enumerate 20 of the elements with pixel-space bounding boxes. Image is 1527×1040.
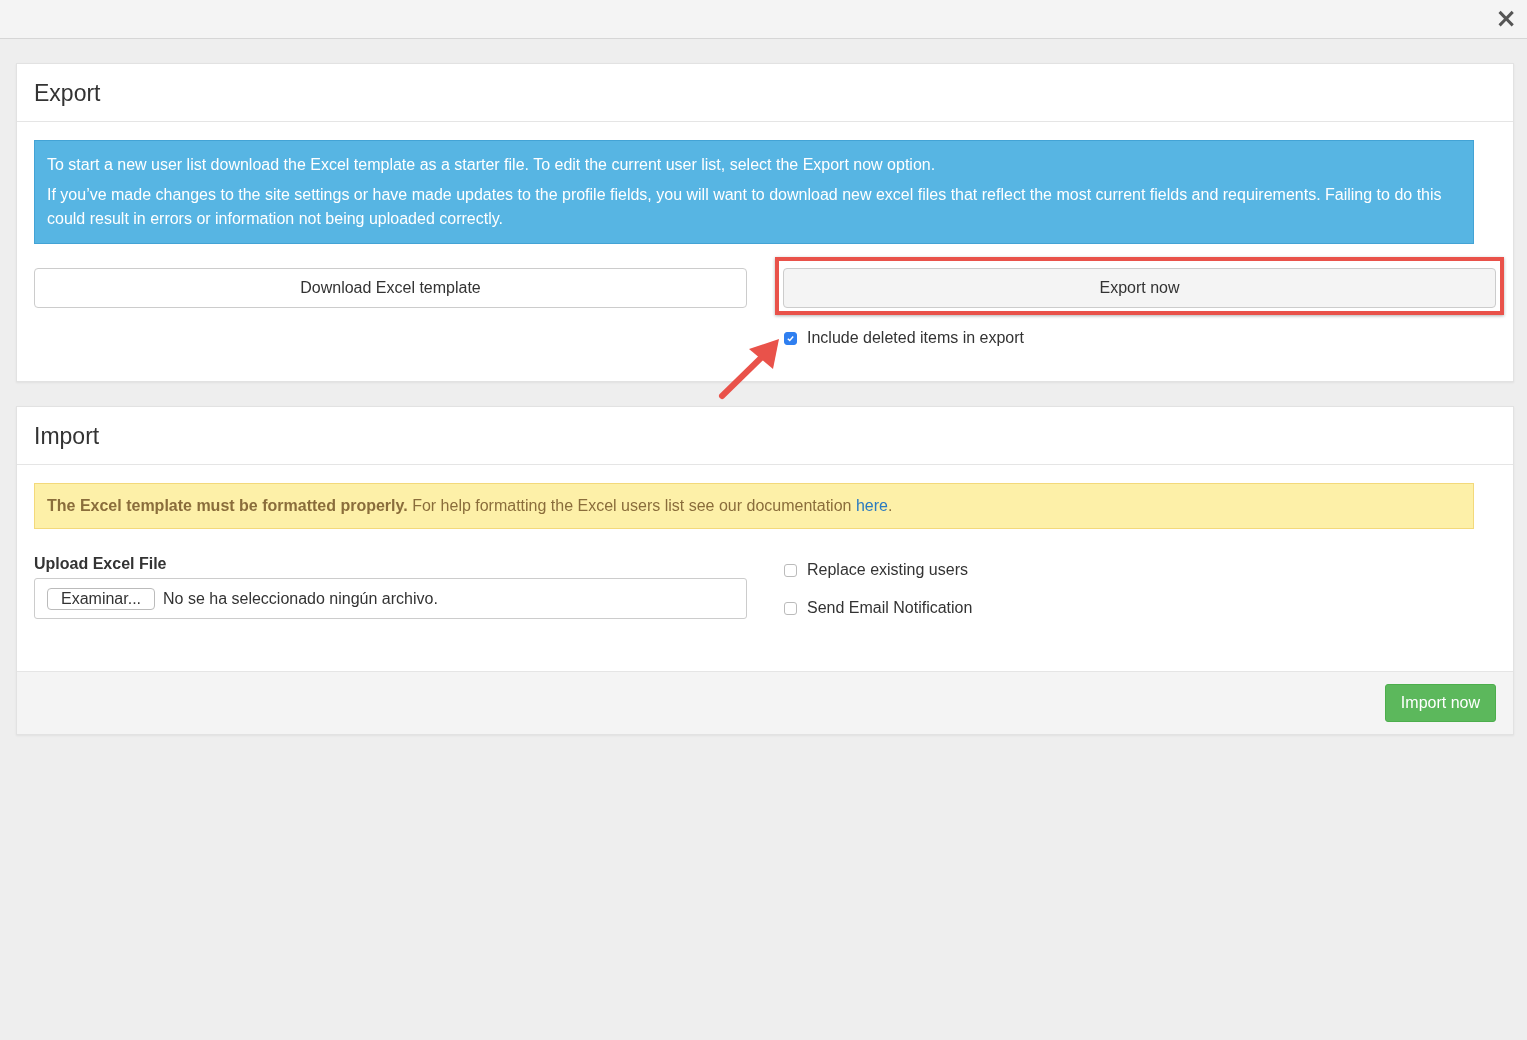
warning-message: The Excel template must be formatted properly. For help formatting the Excel users list see our documentation here. bbox=[34, 483, 1474, 529]
checkbox[interactable] bbox=[784, 563, 797, 577]
upload-label: Upload Excel File bbox=[34, 555, 168, 573]
export-button[interactable]: Export now bbox=[783, 268, 1496, 308]
download-template-button[interactable]: Download Excel template bbox=[34, 268, 747, 308]
checkbox-label: Include deleted items in export bbox=[807, 329, 1024, 347]
info-text: If you’ve made changes to the site settings or have made updates to the profile fields, you will want to download new excel files that reflect the most current fields and requirements. Failing to do this could result in errors or information not being uploaded correctly. bbox=[47, 185, 1443, 229]
checkbox[interactable] bbox=[784, 601, 797, 615]
close-button[interactable]: × bbox=[1485, 5, 1527, 33]
browse-button[interactable]: Examinar... bbox=[47, 587, 156, 610]
checkmark-icon bbox=[786, 333, 795, 343]
file-status: No se ha seleccionado ningún archivo. bbox=[163, 589, 438, 608]
checkbox-label: Send Email Notification bbox=[807, 599, 973, 617]
panel-title: Export bbox=[17, 64, 1513, 122]
checkbox-label: Replace existing users bbox=[807, 561, 968, 579]
info-text: To start a new user list download the Excel template as a starter file. To edit the current user list, select the Export now option. bbox=[47, 155, 937, 175]
file-input[interactable]: Examinar... No se ha seleccionado ningún archivo. bbox=[34, 578, 747, 619]
panel-title: Import bbox=[17, 407, 1513, 465]
checkbox[interactable] bbox=[784, 331, 797, 345]
documentation-link[interactable]: here bbox=[855, 497, 888, 514]
